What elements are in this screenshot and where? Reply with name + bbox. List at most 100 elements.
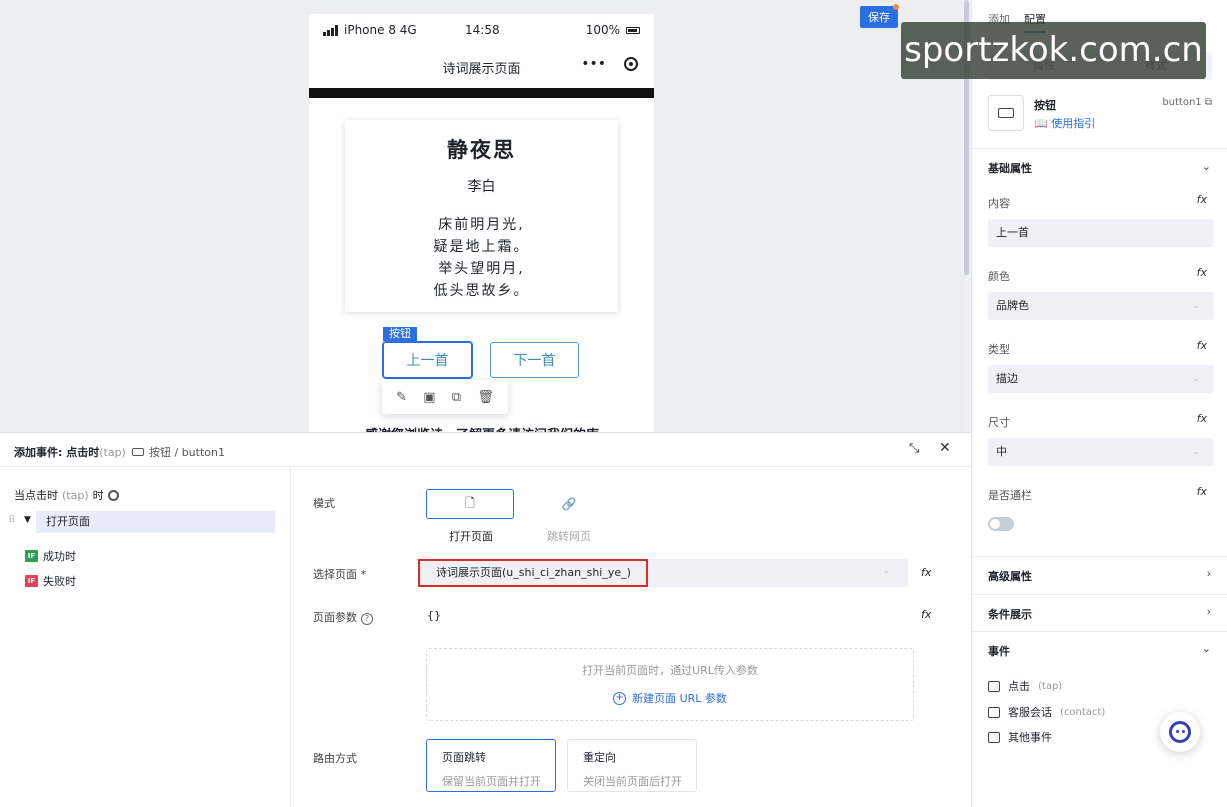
nav-bar: 诗词展示页面 •••	[309, 46, 654, 88]
event-contact[interactable]: 客服会话 (contact)	[988, 704, 1105, 720]
usage-guide-link[interactable]: 📖 使用指引	[1034, 115, 1095, 131]
component-id[interactable]: button1 ⧉	[1162, 97, 1212, 108]
close-icon[interactable]: ✕	[939, 440, 951, 456]
capsule-close-icon[interactable]	[624, 57, 638, 71]
chevron-down-icon[interactable]: ⌄	[1202, 160, 1211, 173]
carrier-label: iPhone 8	[344, 23, 396, 37]
chevron-down-icon: ⌄	[1192, 374, 1200, 384]
page-icon: 🗋	[465, 495, 475, 510]
chevron-right-icon[interactable]: ›	[1207, 605, 1211, 618]
chevron-down-icon: ⌄	[1192, 447, 1200, 457]
event-tap[interactable]: 点击 (tap)	[988, 678, 1062, 694]
divider	[972, 148, 1227, 149]
chevron-down-icon[interactable]: ⌄	[1202, 642, 1211, 655]
component-path: 按钮 / button1	[132, 444, 225, 460]
on-fail-label: 失败时	[43, 575, 76, 588]
divider	[972, 594, 1227, 595]
route-redirect[interactable]: 重定向 关闭当前页面后打开	[567, 739, 697, 792]
size-value: 中	[996, 445, 1007, 458]
type-select[interactable]: 描边 ⌄	[988, 365, 1214, 393]
advanced-props-title[interactable]: 高级属性	[988, 568, 1032, 584]
poem-line: 床前明月光,	[438, 217, 525, 233]
on-success-label: 成功时	[43, 550, 76, 563]
prev-poem-button[interactable]: 上一首	[382, 341, 473, 379]
event-title-text: 添加事件: 点击时	[14, 446, 100, 459]
params-label: 页面参数?	[313, 609, 373, 625]
type-label: 类型	[988, 343, 1010, 356]
event-title-sub: (tap)	[99, 446, 126, 459]
route-navigate-title: 页面跳转	[442, 751, 486, 764]
status-bar: iPhone 8 4G 14:58 100%	[309, 14, 654, 46]
fx-icon[interactable]: fx	[1197, 266, 1207, 279]
chevron-down-icon: ⌄	[882, 566, 890, 576]
mode-open-url[interactable]: 🔗	[525, 489, 613, 519]
type-value: 描边	[996, 372, 1018, 385]
fx-icon[interactable]: fx	[1197, 193, 1207, 206]
event-other[interactable]: 其他事件	[988, 729, 1052, 745]
poem-line: 疑是地上霜。	[433, 239, 530, 255]
add-url-param-button[interactable]: + 新建页面 URL 参数	[613, 690, 727, 706]
basic-props-title[interactable]: 基础属性	[988, 160, 1032, 176]
on-success-branch[interactable]: IF 成功时	[25, 548, 76, 564]
config-panel: 添加 配置 属性 样式 按钮 📖 使用指引 button1 ⧉ 基础属性 ⌄ 内…	[971, 0, 1227, 807]
copy-id-icon[interactable]: ⧉	[1205, 97, 1212, 108]
fx-icon[interactable]: fx	[1197, 339, 1207, 352]
fx-icon[interactable]: fx	[921, 566, 931, 579]
mode-open-page[interactable]: 🗋	[426, 489, 514, 519]
event-other-label: 其他事件	[1008, 731, 1052, 744]
top-banner-edge	[309, 88, 654, 98]
divider	[972, 556, 1227, 557]
color-label: 颜色	[988, 270, 1010, 283]
selected-page-value[interactable]: 诗词展示页面(u_shi_ci_zhan_shi_ye_)	[418, 559, 648, 587]
fx-icon[interactable]: fx	[1197, 412, 1207, 425]
fx-icon[interactable]: fx	[921, 608, 931, 621]
save-template-icon[interactable]: ▣	[423, 390, 435, 405]
events-title[interactable]: 事件	[988, 643, 1010, 659]
color-select[interactable]: 品牌色 ⌄	[988, 292, 1214, 320]
route-navigate[interactable]: 页面跳转 保留当前页面并打开	[426, 739, 556, 792]
block-toggle[interactable]	[988, 517, 1014, 531]
size-select[interactable]: 中 ⌄	[988, 438, 1214, 466]
poem-card[interactable]: 静夜思 李白 床前明月光, 疑是地上霜。 举头望明月, 低头思故乡。	[345, 120, 618, 312]
action-tree: 当点击时 (tap) 时 ⠿ ▼ 打开页面 IF 成功时 IF 失败时	[0, 467, 291, 807]
chat-bot-icon	[1169, 721, 1191, 743]
calendar-icon	[988, 731, 1000, 743]
event-editor-title: 添加事件: 点击时(tap)	[14, 444, 126, 460]
help-icon[interactable]: ?	[361, 613, 373, 625]
delete-icon[interactable]: 🗑	[477, 390, 494, 405]
route-navigate-sub: 保留当前页面并打开	[442, 775, 541, 788]
page-title: 诗词展示页面	[442, 61, 521, 77]
copy-icon[interactable]: ⧉	[452, 390, 461, 405]
caret-down-icon[interactable]: ▼	[24, 515, 31, 525]
save-button[interactable]: 保存	[860, 6, 898, 28]
trigger-suffix: 时	[92, 489, 104, 502]
on-fail-branch[interactable]: IF 失败时	[25, 573, 76, 589]
component-name: 按钮	[1034, 99, 1056, 112]
chevron-right-icon[interactable]: ›	[1207, 567, 1211, 580]
more-icon[interactable]: •••	[581, 56, 606, 72]
signal-icon	[323, 24, 338, 36]
route-label: 路由方式	[313, 752, 357, 765]
condition-title[interactable]: 条件展示	[988, 606, 1032, 622]
action-open-page[interactable]: 打开页面	[36, 511, 275, 533]
route-redirect-sub: 关闭当前页面后打开	[583, 775, 682, 788]
expand-icon[interactable]: ⤡	[909, 441, 919, 456]
select-page-label: 选择页面 *	[313, 568, 366, 581]
edit-icon[interactable]: ✎	[396, 390, 407, 405]
usage-guide-label: 使用指引	[1051, 117, 1096, 130]
drag-handle-icon[interactable]: ⠿	[8, 515, 15, 526]
event-tap-sub: (tap)	[1038, 680, 1063, 692]
gear-icon[interactable]	[107, 489, 119, 501]
color-value: 品牌色	[996, 299, 1029, 312]
content-input[interactable]: 上一首	[988, 219, 1214, 247]
assistant-button[interactable]	[1160, 712, 1200, 752]
trigger-title: 当点击时 (tap) 时	[14, 487, 119, 503]
content-label: 内容	[988, 197, 1010, 210]
if-badge-icon: IF	[25, 550, 38, 562]
params-hint: 打开当前页面时，通过URL传入参数	[582, 664, 758, 677]
watermark: sportzkok.com.cn	[901, 22, 1206, 79]
next-poem-button[interactable]: 下一首	[490, 342, 579, 378]
link-icon: 🔗	[561, 497, 577, 511]
battery-icon	[626, 26, 640, 34]
fx-icon[interactable]: fx	[1197, 485, 1207, 498]
